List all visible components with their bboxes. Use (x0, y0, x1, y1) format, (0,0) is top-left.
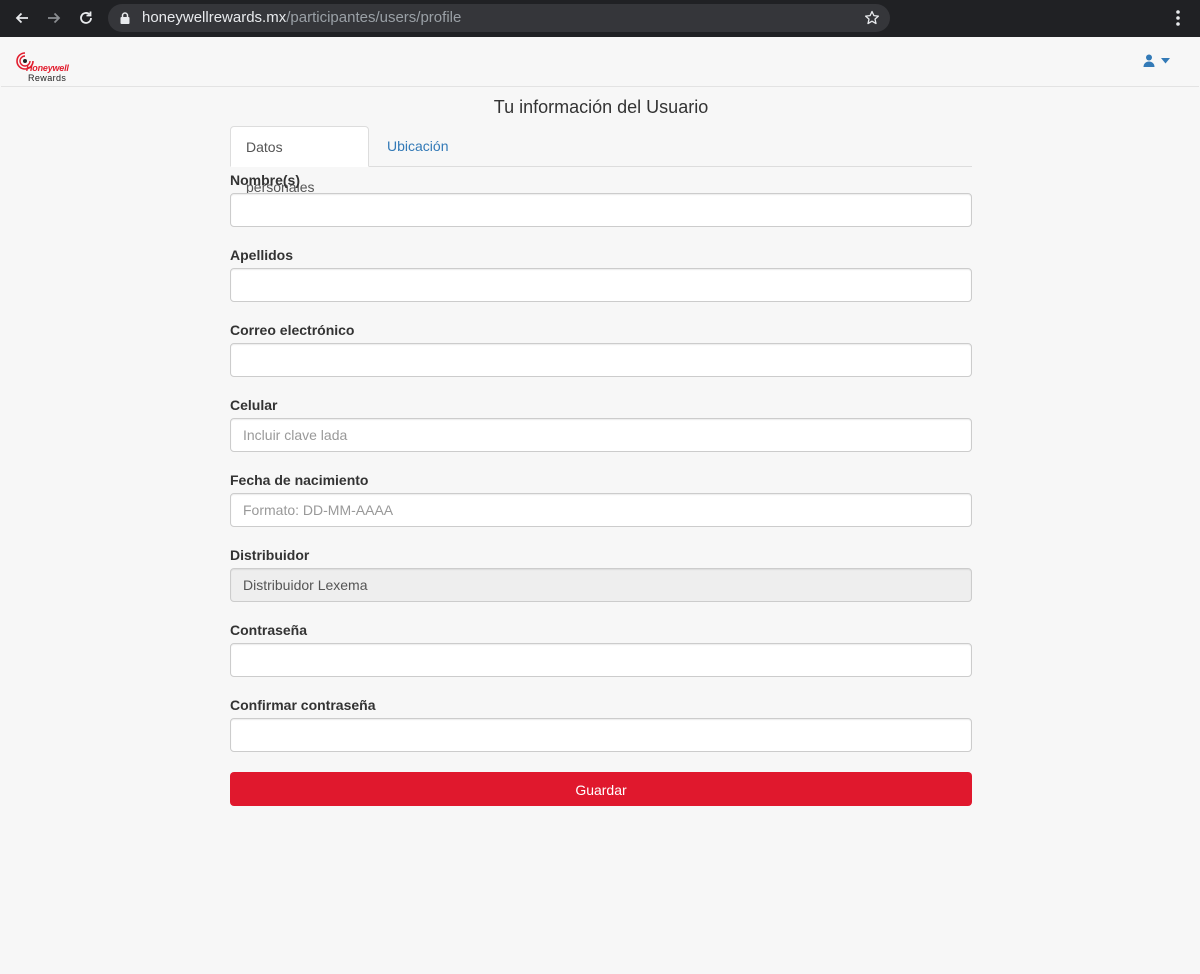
nombres-label: Nombre(s) (230, 172, 301, 188)
email-input[interactable] (230, 343, 972, 377)
celular-label: Celular (230, 397, 278, 413)
url-path: /participantes/users/profile (286, 9, 462, 26)
field-correo: Correo electrónico (230, 319, 972, 392)
logo-rewards-text: Rewards (28, 73, 67, 83)
profile-form: Nombre(s) Apellidos Correo electrónico C… (230, 169, 972, 806)
confirmar-contrasena-label: Confirmar contraseña (230, 697, 376, 713)
browser-toolbar: honeywellrewards.mx/participantes/users/… (0, 0, 1200, 37)
celular-input[interactable] (230, 418, 972, 452)
field-celular: Celular (230, 394, 972, 467)
user-icon (1143, 54, 1155, 67)
field-confirmar-contrasena: Confirmar contraseña (230, 694, 972, 767)
caret-down-icon (1161, 57, 1170, 63)
star-icon[interactable] (864, 10, 880, 26)
correo-label: Correo electrónico (230, 322, 355, 338)
logo-honeywell-text: Honeywell (26, 63, 69, 73)
back-button[interactable] (10, 7, 34, 29)
apellidos-label: Apellidos (230, 247, 294, 263)
field-distribuidor: Distribuidor (230, 544, 972, 617)
distribuidor-input (230, 568, 972, 602)
url-text: honeywellrewards.mx/participantes/users/… (142, 10, 461, 26)
field-fecha-nacimiento: Fecha de nacimiento (230, 469, 972, 542)
address-bar[interactable]: honeywellrewards.mx/participantes/users/… (108, 4, 890, 32)
apellidos-input[interactable] (230, 268, 972, 302)
confirm-password-input[interactable] (230, 718, 972, 752)
guardar-button[interactable]: Guardar (230, 772, 972, 806)
nombres-input[interactable] (230, 193, 972, 227)
page-content: Honeywell Rewards Tu información del Usu… (1, 37, 1199, 973)
password-input[interactable] (230, 643, 972, 677)
field-apellidos: Apellidos (230, 244, 972, 317)
arrow-right-icon (48, 12, 61, 24)
lock-icon (120, 12, 130, 24)
distribuidor-label: Distribuidor (230, 547, 310, 563)
forward-button[interactable] (42, 7, 66, 29)
fecha-nacimiento-input[interactable] (230, 493, 972, 527)
field-nombres: Nombre(s) (230, 169, 972, 242)
user-menu-dropdown[interactable] (1143, 54, 1170, 67)
reload-icon (80, 11, 92, 24)
profile-tabs: Datos personales Ubicación (230, 126, 972, 195)
kebab-menu-icon[interactable] (1170, 8, 1186, 28)
page-title: Tu información del Usuario (493, 97, 709, 117)
profile-form-container: Tu información del Usuario Datos persona… (230, 86, 972, 806)
field-contrasena: Contraseña (230, 619, 972, 692)
top-navbar: Honeywell Rewards (1, 37, 1199, 87)
honeywell-rewards-logo[interactable]: Honeywell Rewards (15, 51, 85, 85)
tab-ubicacion[interactable]: Ubicación (372, 126, 463, 166)
url-host: honeywellrewards.mx (142, 9, 287, 26)
contrasena-label: Contraseña (230, 622, 308, 638)
reload-button[interactable] (74, 7, 98, 29)
arrow-left-icon (15, 12, 28, 24)
fecha-nacimiento-label: Fecha de nacimiento (230, 472, 369, 488)
tab-datos-personales[interactable]: Datos personales (230, 126, 369, 195)
